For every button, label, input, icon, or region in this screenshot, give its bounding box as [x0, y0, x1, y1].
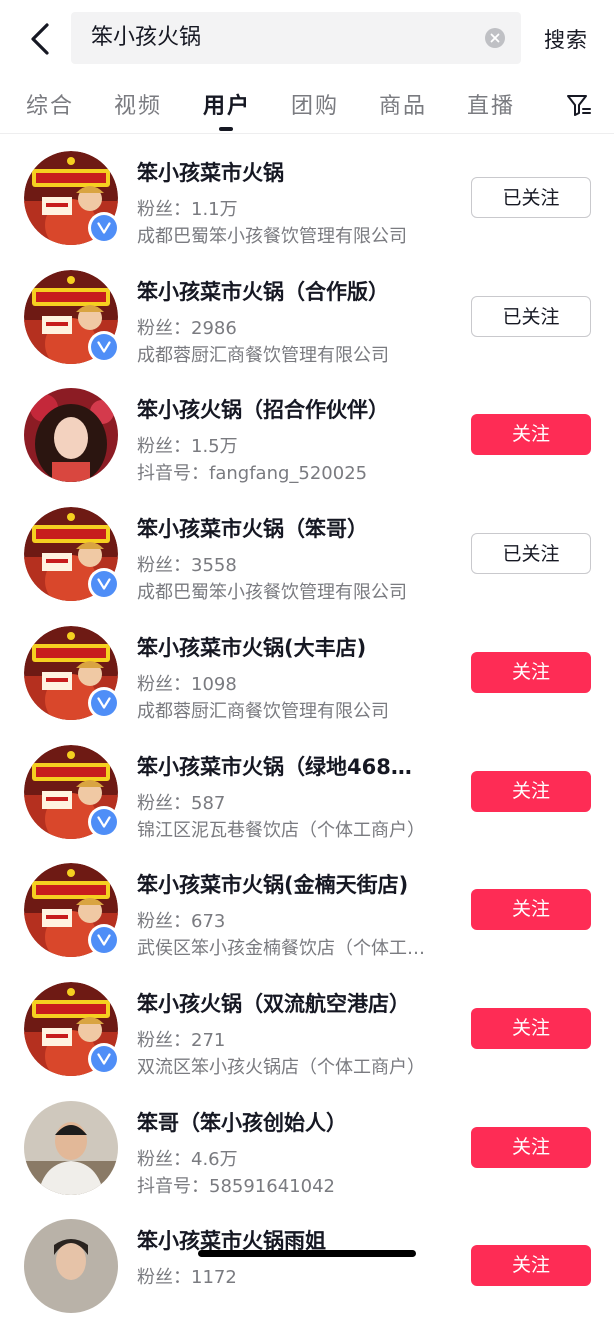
fan-count: 粉丝：4.6万	[137, 1148, 238, 1170]
profile-photo-icon	[24, 388, 118, 483]
verified-badge-icon	[88, 568, 120, 601]
user-description: 武侯区笨小孩金楠餐饮店（个体工…	[137, 938, 425, 960]
follow-button[interactable]: 关注	[471, 770, 591, 812]
user-result-row[interactable]: 笨小孩菜市火锅（笨哥） 粉丝：3558 成都巴蜀笨小孩餐饮管理有限公司 已关注	[0, 490, 614, 608]
fan-count: 粉丝：1.5万	[137, 436, 238, 458]
fan-count: 粉丝：2986	[137, 317, 237, 339]
user-name: 笨小孩菜市火锅（合作版）	[137, 279, 389, 304]
verified-badge-icon	[88, 330, 120, 363]
tab-bar: 综合 视频 用户 团购 商品 直播	[0, 78, 614, 134]
user-result-row[interactable]: 笨小孩菜市火锅（合作版） 粉丝：2986 成都蓉厨汇商餐饮管理有限公司 已关注	[0, 253, 614, 371]
verified-badge-icon	[88, 686, 120, 719]
followed-button[interactable]: 已关注	[471, 295, 591, 337]
fan-count: 粉丝：673	[137, 911, 226, 933]
user-description: 成都巴蜀笨小孩餐饮管理有限公司	[137, 226, 407, 247]
tab-videos[interactable]: 视频	[114, 88, 162, 120]
active-tab-indicator	[219, 127, 233, 131]
back-button[interactable]	[24, 18, 56, 60]
followed-button[interactable]: 已关注	[471, 533, 591, 575]
followed-button[interactable]: 已关注	[471, 177, 591, 218]
user-result-row[interactable]: 笨小孩菜市火锅(大丰店) 粉丝：1098 成都蓉厨汇商餐饮管理有限公司 关注	[0, 609, 614, 727]
avatar[interactable]	[24, 1219, 118, 1314]
user-result-row[interactable]: 笨小孩菜市火锅 粉丝：1.1万成都巴蜀笨小孩餐饮管理有限公司 已关注	[0, 134, 614, 252]
fan-count: 粉丝：1.1万	[137, 199, 238, 220]
profile-photo-icon	[24, 1219, 118, 1314]
user-name: 笨小孩菜市火锅	[137, 161, 284, 185]
follow-button[interactable]: 关注	[471, 1007, 591, 1049]
user-result-row[interactable]: 笨哥（笨小孩创始人） 粉丝：4.6万抖音号：58591641042 关注	[0, 1084, 614, 1202]
tab-live[interactable]: 直播	[467, 88, 515, 120]
user-result-row[interactable]: 笨小孩菜市火锅(金楠天街店) 粉丝：673 武侯区笨小孩金楠餐饮店（个体工… 关注	[0, 846, 614, 964]
verified-badge-icon	[88, 212, 120, 244]
profile-photo-icon	[24, 1100, 118, 1195]
user-name: 笨小孩菜市火锅（绿地468…	[137, 754, 412, 779]
chevron-left-icon	[31, 23, 49, 55]
fan-count: 粉丝：1172	[137, 1267, 237, 1289]
user-description: 双流区笨小孩火锅店（个体工商户）	[137, 1056, 425, 1078]
user-description: 成都蓉厨汇商餐饮管理有限公司	[137, 344, 389, 366]
fan-count: 粉丝：587	[137, 792, 226, 814]
user-description: 抖音号：fangfang_520025	[137, 463, 368, 485]
fan-count: 粉丝：3558	[137, 555, 237, 577]
avatar[interactable]	[24, 388, 118, 483]
user-result-row[interactable]: 笨小孩菜市火锅（绿地468… 粉丝：587 锦江区泥瓦巷餐饮店（个体工商户） 关注	[0, 728, 614, 846]
home-indicator	[198, 1250, 416, 1257]
user-result-row[interactable]: 笨小孩火锅（招合作伙伴） 粉丝：1.5万抖音号：fangfang_520025 关注	[0, 371, 614, 489]
verified-badge-icon	[88, 924, 120, 957]
user-name: 笨哥（笨小孩创始人）	[137, 1110, 347, 1135]
tab-comprehensive[interactable]: 综合	[26, 88, 74, 120]
follow-button[interactable]: 关注	[471, 414, 591, 456]
user-description: 成都巴蜀笨小孩餐饮管理有限公司	[137, 582, 407, 604]
user-result-row[interactable]: 笨小孩火锅（双流航空港店） 粉丝：271 双流区笨小孩火锅店（个体工商户） 关注	[0, 965, 614, 1083]
search-button[interactable]: 搜索	[544, 24, 588, 54]
filter-icon[interactable]	[566, 92, 592, 118]
search-box[interactable]	[71, 12, 521, 64]
verified-badge-icon	[88, 805, 120, 838]
follow-button[interactable]: 关注	[471, 1245, 591, 1287]
clear-icon[interactable]	[485, 28, 505, 48]
fan-count: 粉丝：271	[137, 1029, 226, 1051]
fan-count: 粉丝：1098	[137, 673, 237, 695]
user-name: 笨小孩菜市火锅(金楠天街店)	[137, 873, 409, 898]
tab-group-buy[interactable]: 团购	[291, 88, 339, 120]
verified-badge-icon	[88, 1042, 120, 1075]
tab-products[interactable]: 商品	[379, 88, 427, 120]
top-bar: 搜索	[0, 0, 614, 76]
user-description: 锦江区泥瓦巷餐饮店（个体工商户）	[137, 819, 425, 841]
follow-button[interactable]: 关注	[471, 889, 591, 931]
user-description: 成都蓉厨汇商餐饮管理有限公司	[137, 700, 389, 722]
user-name: 笨小孩菜市火锅(大丰店)	[137, 635, 367, 660]
follow-button[interactable]: 关注	[471, 651, 591, 693]
avatar[interactable]	[24, 1100, 118, 1195]
user-name: 笨小孩火锅（双流航空港店）	[137, 991, 410, 1016]
user-description: 抖音号：58591641042	[137, 1175, 335, 1197]
user-name: 笨小孩火锅（招合作伙伴）	[137, 398, 389, 423]
search-input[interactable]	[91, 12, 471, 64]
follow-button[interactable]: 关注	[471, 1126, 591, 1168]
user-result-row[interactable]: 笨小孩菜市火锅雨姐 粉丝：1172 关注	[0, 1202, 614, 1320]
user-name: 笨小孩菜市火锅（笨哥）	[137, 517, 368, 542]
tab-users[interactable]: 用户	[203, 88, 251, 120]
